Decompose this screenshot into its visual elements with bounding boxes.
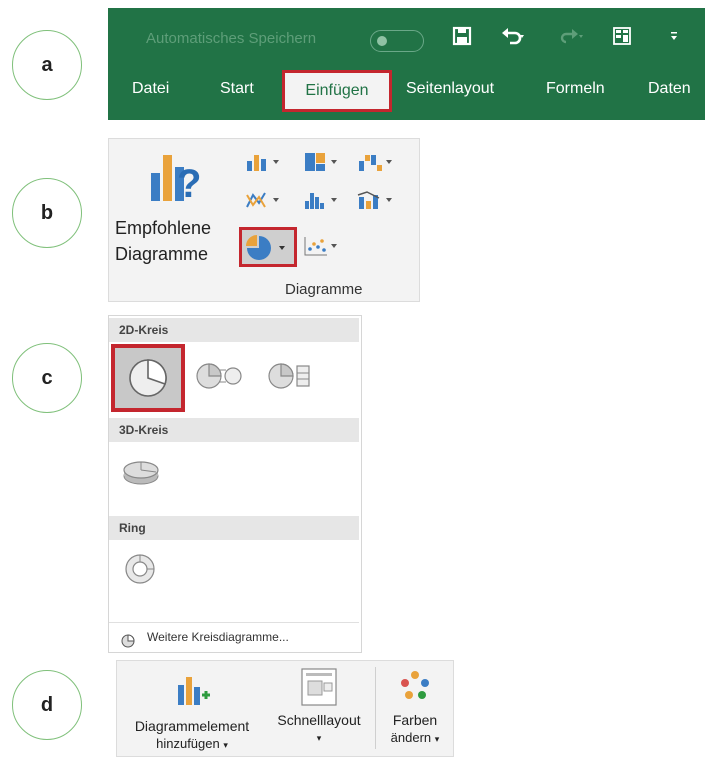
autosave-toggle[interactable] <box>370 30 424 52</box>
recommended-charts-button[interactable]: Empfohlene Diagramme <box>115 215 211 267</box>
change-colors-button[interactable]: Farben ändern ▾ <box>379 661 451 756</box>
quick-layout-label: Schnelllayout <box>277 712 361 728</box>
add-chart-element-icon <box>172 673 212 707</box>
change-colors-line2: ändern ▾ <box>379 729 451 748</box>
pie-of-pie-icon[interactable] <box>195 362 245 395</box>
pie-chart-dropdown: 2D-Kreis 3D-Kreis Ring Weitere Kreisdiag… <box>108 315 362 653</box>
chart-design-group: Diagrammelement hinzufügen ▾ Schnelllayo… <box>116 660 454 757</box>
step-marker-a: a <box>12 30 82 100</box>
quick-access-toolbar: Automatisches Speichern <box>108 22 705 56</box>
tab-seitenlayout[interactable]: Seitenlayout <box>406 80 494 98</box>
scatter-chart-icon[interactable] <box>303 235 341 257</box>
column-chart-icon[interactable] <box>245 151 283 173</box>
change-colors-line2-text: ändern <box>390 730 432 745</box>
3d-pie-icon[interactable] <box>121 458 161 493</box>
combo-chart-icon[interactable] <box>357 189 395 211</box>
waterfall-chart-icon[interactable] <box>357 151 395 173</box>
bar-of-pie-icon[interactable] <box>267 362 317 395</box>
doughnut-icon[interactable] <box>123 552 157 591</box>
pie-small-icon <box>121 630 135 658</box>
dropdown-caret-icon: ▾ <box>316 733 322 743</box>
tab-daten[interactable]: Daten <box>648 80 691 98</box>
quick-layout-icon <box>300 667 338 707</box>
dropdown-caret-icon: ▾ <box>223 740 228 750</box>
hierarchy-chart-icon[interactable] <box>303 151 341 173</box>
separator <box>375 667 376 749</box>
recommended-charts-icon[interactable]: ? <box>147 151 205 210</box>
charts-group-label: Diagramme <box>285 281 363 298</box>
section-3d-pie: 3D-Kreis <box>109 418 359 442</box>
pie-icon <box>129 359 167 397</box>
tab-start[interactable]: Start <box>220 80 254 98</box>
add-chart-element-line2: hinzufügen ▾ <box>119 735 265 754</box>
more-pie-charts-label: Weitere Kreisdiagramme... <box>147 630 289 644</box>
pie-chart-icon[interactable] <box>245 235 285 260</box>
recommended-label-line2: Diagramme <box>115 244 209 264</box>
svg-text:?: ? <box>177 162 201 205</box>
recommended-label-line1: Empfohlene <box>115 218 212 238</box>
change-colors-line1: Farben <box>392 712 438 728</box>
excel-ribbon: Automatisches Speichern Datei Start Einf… <box>108 8 705 120</box>
section-2d-pie: 2D-Kreis <box>109 318 359 342</box>
autosave-label: Automatisches Speichern <box>146 30 317 47</box>
ribbon-tabs: Datei Start Einfügen Seitenlayout Formel… <box>108 70 705 112</box>
tab-formeln[interactable]: Formeln <box>546 80 605 98</box>
toggle-knob <box>377 36 387 46</box>
form-icon[interactable] <box>612 26 632 52</box>
step-marker-b: b <box>12 178 82 248</box>
step-marker-c: c <box>12 343 82 413</box>
quick-layout-button[interactable]: Schnelllayout ▾ <box>267 661 371 756</box>
pie-item-selected[interactable] <box>111 344 185 412</box>
more-pie-charts-link[interactable]: Weitere Kreisdiagramme... <box>109 622 359 651</box>
add-chart-element-line2-text: hinzufügen <box>156 736 220 751</box>
save-icon[interactable] <box>452 26 472 52</box>
customize-icon[interactable] <box>668 26 680 52</box>
add-chart-element-button[interactable]: Diagrammelement hinzufügen ▾ <box>119 661 265 756</box>
section-ring: Ring <box>109 516 359 540</box>
add-chart-element-line1: Diagrammelement <box>134 718 250 734</box>
statistic-chart-icon[interactable] <box>303 189 341 211</box>
line-chart-icon[interactable] <box>245 189 283 211</box>
step-marker-d: d <box>12 670 82 740</box>
redo-icon[interactable] <box>558 26 584 52</box>
tab-datei[interactable]: Datei <box>132 80 169 98</box>
tab-einfuegen[interactable]: Einfügen <box>282 70 392 112</box>
undo-icon[interactable] <box>500 26 526 52</box>
change-colors-icon <box>395 669 435 703</box>
charts-group: ? Empfohlene Diagramme Diagramme <box>108 138 420 302</box>
dropdown-caret-icon: ▾ <box>434 734 440 744</box>
